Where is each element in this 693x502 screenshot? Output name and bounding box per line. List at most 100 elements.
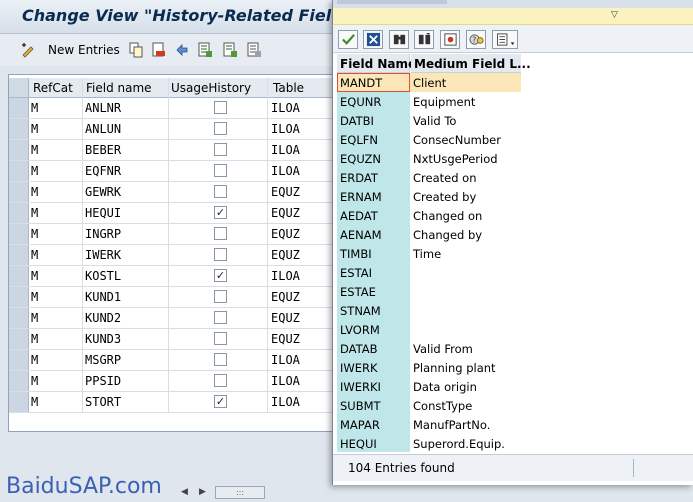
- row-selector[interactable]: [9, 245, 29, 265]
- row-selector[interactable]: [9, 119, 29, 139]
- edit-pencil-icon[interactable]: [20, 42, 36, 58]
- cell-refcat[interactable]: M: [31, 164, 38, 178]
- usage-history-checkbox[interactable]: ✓: [214, 269, 227, 282]
- cell-field-name[interactable]: MSGRP: [85, 353, 121, 367]
- table-row[interactable]: M ANLNR ILOA: [9, 98, 339, 119]
- cell-refcat[interactable]: M: [31, 269, 38, 283]
- cell-table[interactable]: EQUZ: [271, 332, 300, 346]
- cell-refcat[interactable]: M: [31, 311, 38, 325]
- table-row[interactable]: M INGRP EQUZ: [9, 224, 339, 245]
- row-selector[interactable]: [9, 350, 29, 370]
- row-selector[interactable]: [9, 161, 29, 181]
- usage-history-checkbox[interactable]: [214, 248, 227, 261]
- column-header-medium-field-label[interactable]: Medium Field L...: [411, 54, 531, 73]
- value-list-row[interactable]: LVORM: [337, 320, 521, 339]
- value-list-row[interactable]: IWERK Planning plant: [337, 358, 521, 377]
- cell-table[interactable]: ILOA: [271, 374, 300, 388]
- field-name-cell[interactable]: EQLFN: [337, 130, 410, 149]
- cell-table[interactable]: EQUZ: [271, 185, 300, 199]
- value-list-row[interactable]: AEDAT Changed on: [337, 206, 521, 225]
- field-name-cell[interactable]: MANDT: [337, 73, 410, 92]
- field-label-cell[interactable]: Planning plant: [413, 361, 496, 375]
- cell-field-name[interactable]: HEQUI: [85, 206, 121, 220]
- cell-field-name[interactable]: EQFNR: [85, 164, 121, 178]
- cell-table[interactable]: ILOA: [271, 269, 300, 283]
- cell-field-name[interactable]: KUND3: [85, 332, 121, 346]
- table-row[interactable]: M HEQUI ✓ EQUZ: [9, 203, 339, 224]
- close-button[interactable]: [363, 30, 383, 49]
- usage-history-checkbox[interactable]: ✓: [214, 206, 227, 219]
- value-list-row[interactable]: TIMBI Time: [337, 244, 521, 263]
- field-label-cell[interactable]: Created by: [413, 190, 476, 204]
- cell-refcat[interactable]: M: [31, 143, 38, 157]
- field-label-cell[interactable]: Valid To: [413, 114, 456, 128]
- field-name-cell[interactable]: STNAM: [337, 301, 410, 320]
- usage-history-checkbox[interactable]: [214, 353, 227, 366]
- select-all-rows-button[interactable]: [9, 78, 29, 97]
- usage-history-checkbox[interactable]: [214, 311, 227, 324]
- table-row[interactable]: M STORT ✓ ILOA: [9, 392, 339, 413]
- cell-refcat[interactable]: M: [31, 395, 38, 409]
- cell-refcat[interactable]: M: [31, 227, 38, 241]
- cell-refcat[interactable]: M: [31, 332, 38, 346]
- usage-history-checkbox[interactable]: [214, 122, 227, 135]
- cell-refcat[interactable]: M: [31, 122, 38, 136]
- usage-history-checkbox[interactable]: [214, 290, 227, 303]
- value-list-row[interactable]: MAPAR ManufPartNo.: [337, 415, 521, 434]
- table-row[interactable]: M PPSID ILOA: [9, 371, 339, 392]
- cell-table[interactable]: EQUZ: [271, 227, 300, 241]
- cell-table[interactable]: ILOA: [271, 122, 300, 136]
- field-label-cell[interactable]: Created on: [413, 171, 477, 185]
- row-selector[interactable]: [9, 392, 29, 412]
- usage-history-checkbox[interactable]: [214, 143, 227, 156]
- cell-table[interactable]: ILOA: [271, 353, 300, 367]
- usage-history-checkbox[interactable]: [214, 101, 227, 114]
- field-name-cell[interactable]: DATBI: [337, 111, 410, 130]
- field-label-cell[interactable]: Changed by: [413, 228, 482, 242]
- row-selector[interactable]: [9, 287, 29, 307]
- row-selector[interactable]: [9, 224, 29, 244]
- info-button[interactable]: ?: [466, 30, 486, 49]
- scroll-thumb[interactable]: :::: [215, 486, 265, 499]
- cell-refcat[interactable]: M: [31, 206, 38, 220]
- cell-table[interactable]: ILOA: [271, 395, 300, 409]
- select-all-icon[interactable]: [197, 42, 213, 58]
- cell-table[interactable]: EQUZ: [271, 311, 300, 325]
- scroll-right-icon[interactable]: ▶: [199, 487, 206, 497]
- cell-refcat[interactable]: M: [31, 290, 38, 304]
- value-list-row[interactable]: ERDAT Created on: [337, 168, 521, 187]
- cell-field-name[interactable]: INGRP: [85, 227, 121, 241]
- checkmark-button[interactable]: [338, 30, 358, 49]
- usage-history-checkbox[interactable]: [214, 164, 227, 177]
- settings-button[interactable]: [440, 30, 460, 49]
- table-row[interactable]: M KUND2 EQUZ: [9, 308, 339, 329]
- cell-field-name[interactable]: KUND2: [85, 311, 121, 325]
- field-name-cell[interactable]: MAPAR: [337, 415, 410, 434]
- cell-field-name[interactable]: IWERK: [85, 248, 121, 262]
- new-entries-button[interactable]: New Entries: [48, 43, 120, 57]
- value-list-row[interactable]: AENAM Changed by: [337, 225, 521, 244]
- field-name-cell[interactable]: DATAB: [337, 339, 410, 358]
- row-selector[interactable]: [9, 98, 29, 118]
- row-selector[interactable]: [9, 308, 29, 328]
- field-name-cell[interactable]: AEDAT: [337, 206, 410, 225]
- horizontal-scrollbar[interactable]: ◀ ▶ :::: [179, 485, 341, 501]
- field-name-cell[interactable]: LVORM: [337, 320, 410, 339]
- field-name-cell[interactable]: IWERK: [337, 358, 410, 377]
- cell-refcat[interactable]: M: [31, 185, 38, 199]
- deselect-all-icon[interactable]: [246, 42, 262, 58]
- cell-table[interactable]: EQUZ: [271, 290, 300, 304]
- cell-field-name[interactable]: GEWRK: [85, 185, 121, 199]
- field-label-cell[interactable]: Superord.Equip.: [413, 437, 505, 451]
- cell-refcat[interactable]: M: [31, 353, 38, 367]
- row-selector[interactable]: [9, 371, 29, 391]
- cell-refcat[interactable]: M: [31, 101, 38, 115]
- value-list-row[interactable]: SUBMT ConstType: [337, 396, 521, 415]
- field-name-cell[interactable]: ERDAT: [337, 168, 410, 187]
- field-name-cell[interactable]: TIMBI: [337, 244, 410, 263]
- cell-field-name[interactable]: PPSID: [85, 374, 121, 388]
- cell-field-name[interactable]: ANLNR: [85, 101, 121, 115]
- row-selector[interactable]: [9, 182, 29, 202]
- field-name-cell[interactable]: EQUNR: [337, 92, 410, 111]
- scroll-left-icon[interactable]: ◀: [181, 487, 188, 497]
